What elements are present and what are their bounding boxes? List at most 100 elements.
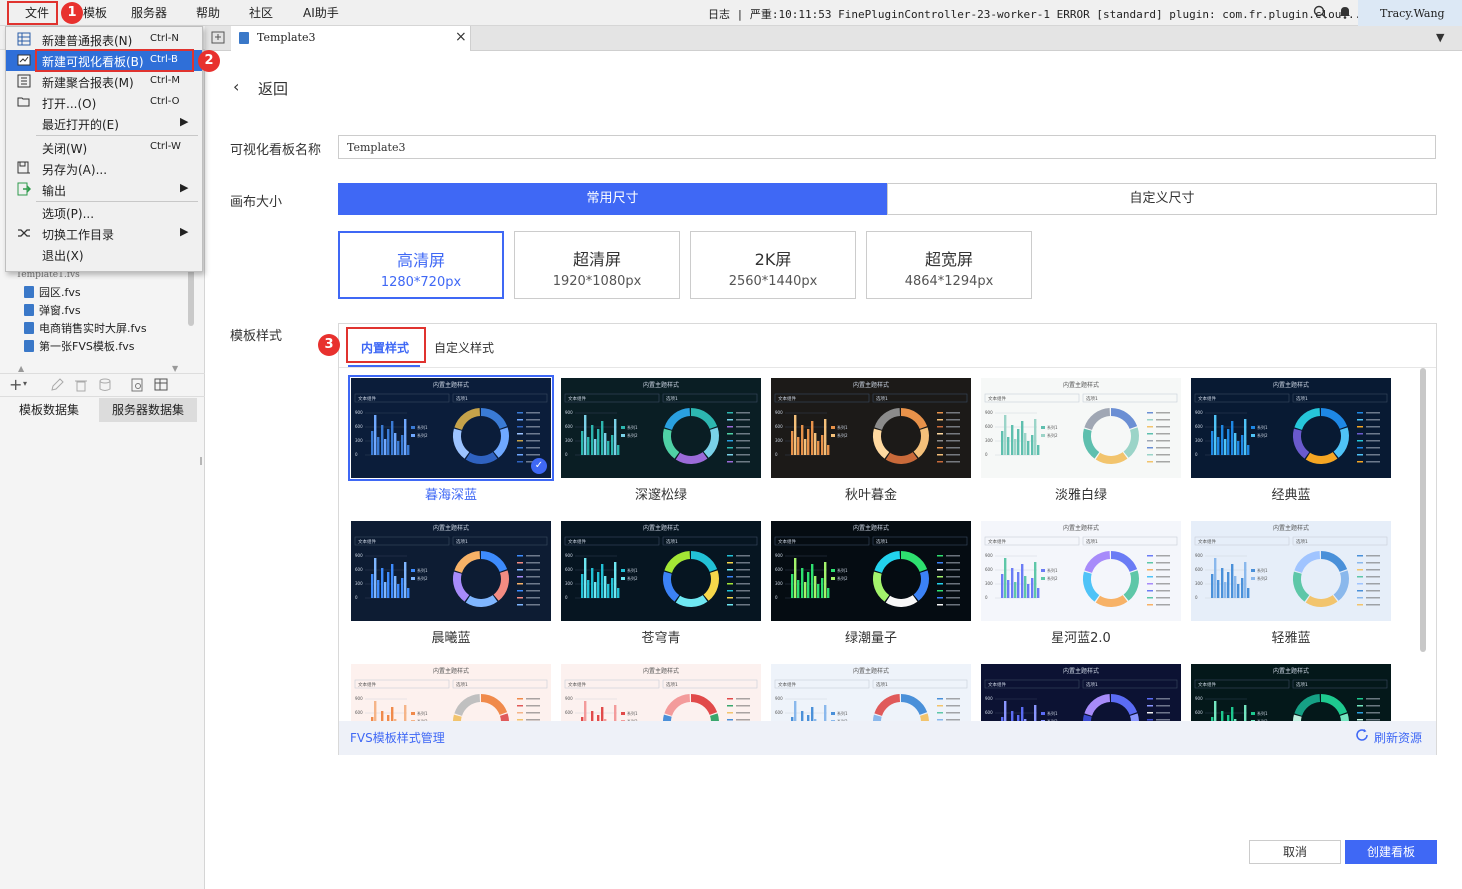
collapse-down-icon[interactable]: ▼: [172, 364, 178, 373]
tab-title: Template3: [257, 31, 316, 44]
thumb-bar: [594, 439, 597, 455]
svg-text:900: 900: [355, 696, 363, 701]
theme-card[interactable]: 内置主题样式文本组件选项19006003000系列1系列2: [1191, 521, 1391, 621]
theme-card[interactable]: 内置主题样式文本组件选项19006003000系列1系列2: [561, 664, 761, 721]
theme-name[interactable]: 绿潮量子: [771, 627, 971, 646]
theme-card[interactable]: 内置主题样式文本组件选项19006003000系列1系列2: [1191, 378, 1391, 478]
menu-item-new-report[interactable]: 新建普通报表(N) Ctrl-N: [6, 29, 202, 50]
preview-icon[interactable]: [130, 378, 144, 392]
menu-template[interactable]: 模板: [83, 4, 107, 21]
svg-text:900: 900: [355, 410, 363, 415]
theme-card[interactable]: 内置主题样式文本组件选项19006003000系列1系列2: [351, 521, 551, 621]
theme-card[interactable]: 内置主题样式文本组件选项19006003000系列1系列2: [981, 521, 1181, 621]
size-card-fhd[interactable]: 超清屏 1920*1080px: [514, 231, 680, 299]
tab-template3[interactable]: Template3 ×: [231, 26, 471, 51]
search-icon[interactable]: [1313, 5, 1327, 19]
bell-icon[interactable]: [1338, 5, 1352, 19]
log-message[interactable]: 日志 | 严重:10:11:53 FinePluginController-23…: [708, 6, 1361, 22]
theme-name[interactable]: 经典蓝: [1191, 484, 1391, 503]
theme-name[interactable]: 深邃松绿: [561, 484, 761, 503]
theme-card[interactable]: 内置主题样式文本组件选项19006003000系列1系列2: [771, 521, 971, 621]
theme-name[interactable]: 轻雅蓝: [1191, 627, 1391, 646]
close-icon[interactable]: ×: [455, 29, 467, 45]
tab-list-icon[interactable]: ▼: [1436, 31, 1444, 44]
menu-item-save-as[interactable]: 另存为(A)...: [6, 158, 202, 179]
back-link[interactable]: 返回: [258, 78, 288, 99]
svg-text:300: 300: [1195, 438, 1203, 443]
theme-name[interactable]: 淡雅白绿: [981, 484, 1181, 503]
new-tab-icon[interactable]: [211, 30, 227, 46]
menu-community[interactable]: 社区: [249, 4, 273, 21]
menu-item-open[interactable]: 打开...(O) Ctrl-O: [6, 92, 202, 113]
tree-item[interactable]: 弹窗.fvs: [24, 302, 81, 318]
tree-scrollbar[interactable]: [188, 266, 194, 326]
name-input[interactable]: Template3: [338, 135, 1436, 159]
refresh-icon[interactable]: [1355, 728, 1369, 742]
theme-name[interactable]: 苍穹青: [561, 627, 761, 646]
chevron-down-icon[interactable]: ▾: [23, 379, 27, 388]
thumb-bar: [804, 439, 807, 455]
refresh-resources-link[interactable]: 刷新资源: [1374, 729, 1422, 746]
theme-card[interactable]: 内置主题样式文本组件选项19006003000系列1系列2: [981, 378, 1181, 478]
theme-card[interactable]: 内置主题样式 文本组件 选项1 900 600 300 0 系列1 系列2 ✓: [348, 375, 554, 481]
size-card-2k[interactable]: 2K屏 2560*1440px: [690, 231, 856, 299]
tree-item[interactable]: 园区.fvs: [24, 284, 81, 300]
theme-card[interactable]: 内置主题样式文本组件选项19006003000系列1系列2: [351, 664, 551, 721]
menu-server[interactable]: 服务器: [131, 4, 167, 21]
menu-item-exit[interactable]: 退出(X): [6, 244, 202, 265]
theme-name[interactable]: 暮海深蓝: [351, 484, 551, 503]
svg-text:900: 900: [565, 553, 573, 558]
menu-item-new-aggregate-report[interactable]: 新建聚合报表(M) Ctrl-M: [6, 71, 202, 92]
menu-help[interactable]: 帮助: [196, 4, 220, 21]
theme-card[interactable]: 内置主题样式文本组件选项19006003000系列1系列2: [561, 378, 761, 478]
cancel-button[interactable]: 取消: [1249, 840, 1341, 864]
menu-item-switch-workdir[interactable]: 切换工作目录 ▶: [6, 223, 202, 244]
thumb-donut-slice: [885, 452, 918, 464]
size-card-hd[interactable]: 高清屏 1280*720px: [338, 231, 504, 299]
theme-card[interactable]: 内置主题样式文本组件选项19006003000系列1系列2: [771, 378, 971, 478]
menu-ai-assistant[interactable]: AI助手: [303, 4, 339, 21]
grid-scrollbar[interactable]: [1420, 368, 1426, 652]
theme-card[interactable]: 内置主题样式文本组件选项19006003000系列1系列2: [1191, 664, 1391, 721]
menu-item-recent[interactable]: 最近打开的(E) ▶: [6, 113, 202, 134]
thumb-donut-slice: [675, 452, 708, 464]
svg-text:系列1: 系列1: [1257, 567, 1268, 573]
theme-card[interactable]: 内置主题样式文本组件选项19006003000系列1系列2: [771, 664, 971, 721]
database-icon[interactable]: [98, 378, 112, 392]
size-card-ultrawide[interactable]: 超宽屏 4864*1294px: [866, 231, 1032, 299]
menu-item-close[interactable]: 关闭(W) Ctrl-W: [6, 137, 202, 158]
tab-common-size[interactable]: 常用尺寸: [338, 183, 887, 215]
tab-custom-size[interactable]: 自定义尺寸: [887, 183, 1437, 215]
tab-server-dataset[interactable]: 服务器数据集: [99, 398, 197, 422]
create-dashboard-button[interactable]: 创建看板: [1345, 840, 1437, 864]
menu-item-export[interactable]: 输出 ▶: [6, 179, 202, 200]
thumb-bar: [1227, 572, 1230, 598]
theme-name[interactable]: 晨曦蓝: [351, 627, 551, 646]
tree-item[interactable]: 第一张FVS模板.fvs: [24, 338, 134, 354]
user-name[interactable]: Tracy.Wang: [1358, 0, 1462, 26]
tree-item[interactable]: 电商销售实时大屏.fvs: [24, 320, 147, 336]
tab-custom-style[interactable]: 自定义样式: [434, 339, 494, 356]
svg-text:选项1: 选项1: [1296, 681, 1308, 688]
theme-card[interactable]: 内置主题样式文本组件选项19006003000系列1系列2: [981, 664, 1181, 721]
edit-icon[interactable]: [50, 378, 64, 392]
thumb-bar: [797, 437, 800, 455]
folder-open-icon: [17, 95, 31, 109]
chevron-left-icon[interactable]: ‹: [233, 77, 239, 96]
svg-text:系列1: 系列1: [837, 424, 848, 430]
fvs-style-manage-link[interactable]: FVS模板样式管理: [350, 729, 445, 746]
theme-card[interactable]: 内置主题样式文本组件选项19006003000系列1系列2: [561, 521, 761, 621]
trash-icon[interactable]: [74, 378, 88, 392]
svg-text:900: 900: [1195, 410, 1203, 415]
collapse-up-icon[interactable]: ▲: [18, 364, 24, 373]
menu-item-options[interactable]: 选项(P)...: [6, 202, 202, 223]
theme-name[interactable]: 星河蓝2.0: [981, 627, 1181, 646]
thumb-bar: [791, 431, 794, 455]
add-icon[interactable]: +: [9, 375, 22, 394]
splitter-handle[interactable]: ‖: [199, 456, 203, 465]
theme-thumbnail: 内置主题样式文本组件选项19006003000系列1系列2: [981, 521, 1181, 621]
theme-name[interactable]: 秋叶暮金: [771, 484, 971, 503]
tab-template-dataset[interactable]: 模板数据集: [0, 398, 98, 422]
dataset-settings-icon[interactable]: [154, 378, 170, 392]
menu-separator: [36, 135, 198, 136]
